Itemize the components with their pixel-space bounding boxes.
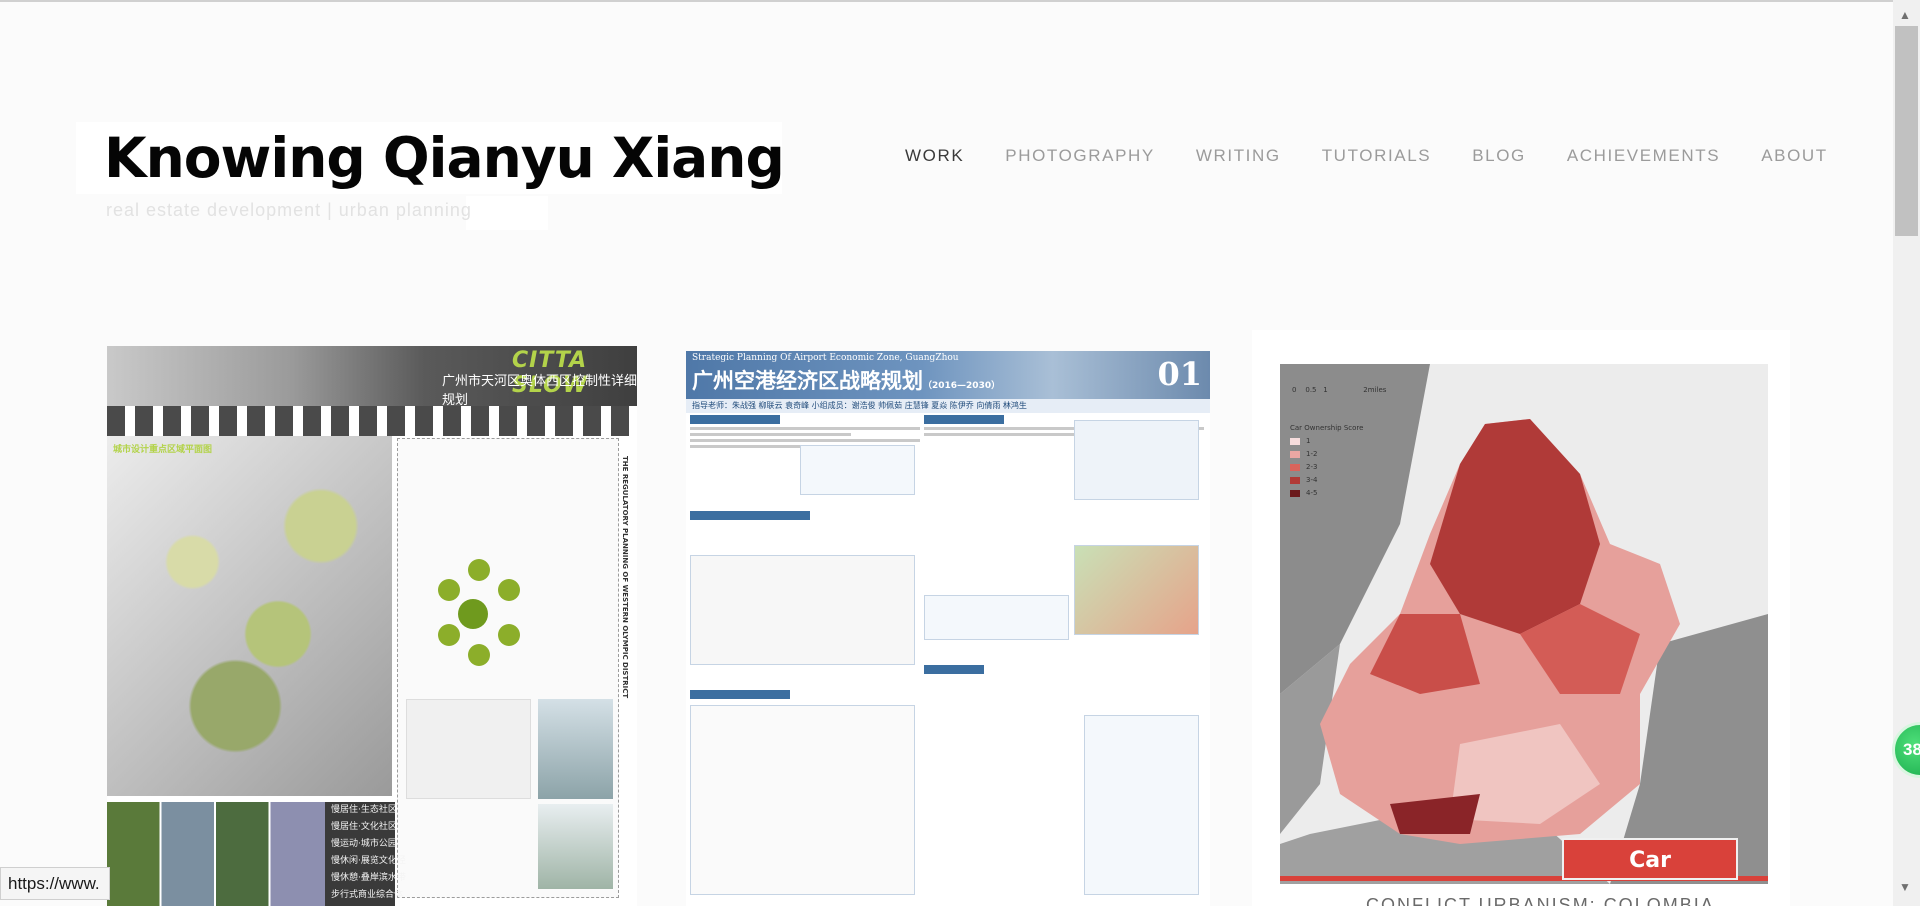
scale-label: 0.5 <box>1305 386 1317 394</box>
tagline-highlight <box>466 196 548 230</box>
poster-legend: 慢居住·生态社区 慢居住·文化社区 慢运动·城市公园 慢休闲·展览文化径 慢休憩… <box>325 802 406 906</box>
section-drawing <box>406 699 531 799</box>
nav-photography[interactable]: PHOTOGRAPHY <box>1005 146 1155 166</box>
poster-column-left <box>690 415 920 906</box>
text-line <box>924 433 1092 436</box>
diagram-thumbnail <box>690 555 915 665</box>
poster-photo-strip <box>107 802 325 906</box>
legend-item: 慢居住·生态社区 <box>331 805 397 815</box>
poster-years: （2016—2030） <box>923 381 1001 391</box>
chart-thumbnail <box>800 445 915 495</box>
scrollbar-thumb[interactable] <box>1895 26 1918 236</box>
scale-label: 0 <box>1292 386 1297 394</box>
poster-subtitle: Strategic Planning Of Airport Economic Z… <box>692 353 959 363</box>
poster-column-right <box>924 415 1204 906</box>
section-header-bar <box>690 415 780 424</box>
scale-label: 2miles <box>1363 386 1387 394</box>
building-render <box>538 699 613 799</box>
site-tagline: real estate development | urban planning <box>106 200 472 220</box>
scroll-up-arrow-icon[interactable]: ▲ <box>1899 8 1911 22</box>
legend-item: 慢居住·文化社区 <box>331 822 397 832</box>
legend-item: 慢休憩·叠岸滨水带 <box>331 873 406 883</box>
legend-label: 4-5 <box>1306 489 1318 497</box>
status-bar-url: https://www. <box>0 867 110 900</box>
portfolio-card-olympic-district[interactable]: CITTA SLOW 广州市天河区奥体西区控制性详细规划 城市设计重点区域平面图… <box>107 346 637 906</box>
poster-number: 01 <box>1157 355 1202 393</box>
table-thumbnail <box>1074 420 1199 500</box>
diagram-node <box>458 599 488 629</box>
section-header-bar <box>924 665 984 674</box>
portfolio-card-airport-zone[interactable]: Strategic Planning Of Airport Economic Z… <box>686 351 1210 906</box>
car-ownership-badge: Car Ownership <box>1562 838 1738 906</box>
poster-site-plan: 城市设计重点区域平面图 <box>107 436 392 796</box>
scroll-down-arrow-icon[interactable]: ▼ <box>1899 880 1911 894</box>
main-nav: WORK PHOTOGRAPHY WRITING TUTORIALS BLOG … <box>905 146 1869 166</box>
nav-blog[interactable]: BLOG <box>1472 146 1526 166</box>
text-line <box>690 439 920 442</box>
chart-thumbnail <box>924 595 1069 640</box>
nav-work[interactable]: WORK <box>905 146 964 166</box>
diagram-node <box>498 579 520 601</box>
legend-label: 1-2 <box>1306 450 1318 458</box>
map-thumbnail <box>690 705 915 895</box>
legend-item: 步行式商业综合体 <box>331 890 404 900</box>
poster-analysis-panel <box>397 438 619 898</box>
legend-label: 2-3 <box>1306 463 1318 471</box>
map-legend: Car Ownership Score 1 1-2 2-3 3-4 4-5 <box>1290 422 1363 500</box>
legend-row: 1-2 <box>1290 448 1363 461</box>
nav-about[interactable]: ABOUT <box>1761 146 1828 166</box>
section-header-bar <box>924 415 1004 424</box>
legend-swatch <box>1290 489 1300 497</box>
legend-swatch <box>1290 476 1300 484</box>
text-line <box>690 433 851 436</box>
legend-item: 慢运动·城市公园 <box>331 839 397 849</box>
legend-label: 3-4 <box>1306 476 1318 484</box>
legend-label: 1 <box>1306 437 1311 445</box>
page: Knowing Qianyu Xiang real estate develop… <box>0 0 1920 906</box>
legend-item: 慢休闲·展览文化径 <box>331 856 406 866</box>
diagram-node <box>468 559 490 581</box>
poster-banner-strip <box>107 406 637 436</box>
portfolio-card-conflict-urbanism[interactable]: 0 0.5 1 2miles Car Ownership Score 1 1-2… <box>1252 330 1790 906</box>
legend-row: 4-5 <box>1290 487 1363 500</box>
chart-thumbnail <box>1084 715 1199 895</box>
section-header-bar <box>690 690 790 699</box>
diagram-node <box>468 644 490 666</box>
building-render <box>538 804 613 889</box>
site-plan-label: 城市设计重点区域平面图 <box>113 445 213 455</box>
poster-title: 广州空港经济区战略规划（2016—2030） <box>692 365 1000 395</box>
poster-side-title: THE REGULATORY PLANNING OF WESTERN OLYMP… <box>621 456 629 699</box>
legend-row: 1 <box>1290 435 1363 448</box>
site-header: Knowing Qianyu Xiang real estate develop… <box>0 0 1893 260</box>
legend-swatch <box>1290 437 1300 445</box>
legend-swatch <box>1290 463 1300 471</box>
nav-writing[interactable]: WRITING <box>1196 146 1281 166</box>
legend-row: 3-4 <box>1290 474 1363 487</box>
poster-header: Strategic Planning Of Airport Economic Z… <box>686 351 1210 399</box>
legend-swatch <box>1290 450 1300 458</box>
diagram-node <box>438 579 460 601</box>
diagram-node <box>498 624 520 646</box>
legend-row: 2-3 <box>1290 461 1363 474</box>
project-caption[interactable]: CONFLICT URBANISM: COLOMBIA <box>1366 895 1715 906</box>
site-title[interactable]: Knowing Qianyu Xiang <box>104 123 785 193</box>
scale-label: 1 <box>1323 386 1328 394</box>
section-header-bar <box>690 511 810 520</box>
legend-title: Car Ownership Score <box>1290 424 1364 432</box>
poster-team: 指导老师：朱战强 柳联云 袁奇峰 小组成员：谢浩俊 帅佩茹 庄慧锋 夏焱 陈伊乔… <box>686 399 1210 413</box>
nav-achievements[interactable]: ACHIEVEMENTS <box>1567 146 1720 166</box>
nav-tutorials[interactable]: TUTORIALS <box>1322 146 1432 166</box>
text-line <box>690 427 920 430</box>
diagram-node <box>438 624 460 646</box>
map-scale-bar: 0 0.5 1 2miles <box>1292 386 1386 394</box>
poster-title: 广州市天河区奥体西区控制性详细规划 <box>442 374 637 408</box>
poster-title-text: 广州空港经济区战略规划 <box>692 369 923 393</box>
map-thumbnail <box>1074 545 1199 635</box>
